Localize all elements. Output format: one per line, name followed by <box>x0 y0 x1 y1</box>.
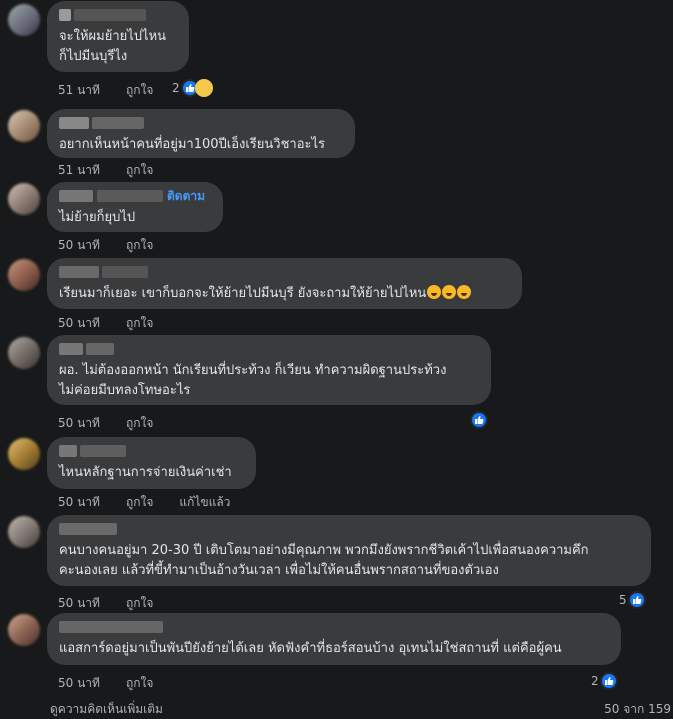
laughing-emoji-icon <box>427 285 442 299</box>
reaction-summary[interactable]: 2 <box>591 672 618 690</box>
reaction-summary[interactable]: 2 <box>172 79 213 97</box>
like-icon <box>599 672 618 690</box>
comment-meta: 50 นาที ถูกใจ <box>58 236 179 255</box>
like-link[interactable]: ถูกใจ <box>126 674 153 693</box>
reaction-count: 2 <box>172 81 180 95</box>
comment-count: 50 จาก 159 <box>604 702 671 716</box>
like-icon <box>470 411 488 429</box>
commenter-name[interactable] <box>59 266 510 278</box>
avatar[interactable] <box>8 110 40 142</box>
avatar[interactable] <box>8 337 40 369</box>
comment-text: ผอ. ไม่ต้องออกหน้า นักเรียนที่ประท้วง ก็… <box>59 363 447 378</box>
avatar[interactable] <box>8 614 40 646</box>
avatar[interactable] <box>8 438 40 470</box>
comment-time[interactable]: 50 นาที <box>58 594 100 613</box>
reaction-count: 5 <box>619 593 627 607</box>
comment-bubble: เรียนมาก็เยอะ เขาก็บอกจะให้ย้ายไปมีนบุรี… <box>47 258 522 309</box>
comment-time[interactable]: 50 นาที <box>58 674 100 693</box>
comment-text: จะให้ผมย้ายไปไหน <box>59 29 167 44</box>
view-more-comments-link[interactable]: ดูความคิดเห็นเพิ่มเติม <box>50 700 163 719</box>
comment-bubble: ติดตาม ไม่ย้ายก็ยุบไป <box>47 182 223 232</box>
comment-text: ก็ไปมีนบุรีไง <box>59 49 128 64</box>
avatar[interactable] <box>8 4 40 36</box>
comment-time[interactable]: 50 นาที <box>58 236 100 255</box>
like-link[interactable]: ถูกใจ <box>126 236 153 255</box>
comment-meta: 50 นาที ถูกใจ <box>58 414 179 433</box>
comment-bubble: ไหนหลักฐานการจ่ายเงินค่าเช่า <box>47 437 256 489</box>
comment-meta: 51 นาที ถูกใจ <box>58 161 179 180</box>
laughing-emoji-icon <box>457 285 472 299</box>
comment-time[interactable]: 50 นาที <box>58 314 100 333</box>
haha-icon <box>194 79 213 97</box>
comment-bubble: อยากเห็นหน้าคนที่อยู่มา100ปีเอ็งเรียนวิช… <box>47 109 355 158</box>
like-icon <box>627 591 646 609</box>
comment-text: เรียนมาก็เยอะ เขาก็บอกจะให้ย้ายไปมีนบุรี… <box>59 284 510 304</box>
comment-text: คะนองเลย แล้วที่ขี้ทำมาเป็นอ้างวันเวลา เ… <box>59 563 499 578</box>
comment-bubble: แอสการ์ดอยู่มาเป็นพันปียังย้ายได้เลย หัด… <box>47 613 621 665</box>
like-link[interactable]: ถูกใจ <box>126 414 153 433</box>
comment-text: อยากเห็นหน้าคนที่อยู่มา100ปีเอ็งเรียนวิช… <box>59 137 326 152</box>
commenter-name[interactable] <box>59 445 244 457</box>
comment-text: ไม่ค่อยมีบทลงโทษอะไร <box>59 383 191 398</box>
comment-meta: 50 นาที ถูกใจ แก้ไขแล้ว <box>58 493 230 512</box>
comment-time[interactable]: 51 นาที <box>58 161 100 180</box>
comment-meta: 50 นาที ถูกใจ <box>58 314 179 333</box>
comment-time[interactable]: 51 นาที <box>58 81 100 100</box>
comment-bubble: จะให้ผมย้ายไปไหน ก็ไปมีนบุรีไง <box>47 1 189 72</box>
comment-text: คนบางคนอยู่มา 20-30 ปี เติบโตมาอย่างมีคุ… <box>59 543 589 558</box>
comment-bubble: ผอ. ไม่ต้องออกหน้า นักเรียนที่ประท้วง ก็… <box>47 335 491 405</box>
comment-text: ไม่ย้ายก็ยุบไป <box>59 210 136 225</box>
edited-label: แก้ไขแล้ว <box>179 495 231 509</box>
comment-bubble: คนบางคนอยู่มา 20-30 ปี เติบโตมาอย่างมีคุ… <box>47 515 651 586</box>
comment-text: แอสการ์ดอยู่มาเป็นพันปียังย้ายได้เลย หัด… <box>59 641 562 656</box>
commenter-name[interactable] <box>59 523 639 535</box>
comment-text: ไหนหลักฐานการจ่ายเงินค่าเช่า <box>59 465 232 480</box>
like-link[interactable]: ถูกใจ <box>126 314 153 333</box>
comment-meta: 50 นาที ถูกใจ <box>58 594 179 613</box>
comment-meta: 50 นาที ถูกใจ <box>58 674 179 693</box>
reaction-count: 2 <box>591 674 599 688</box>
commenter-name[interactable] <box>59 9 177 21</box>
comment-meta: 51 นาที ถูกใจ <box>58 81 179 100</box>
reaction-summary[interactable]: 5 <box>619 591 646 609</box>
commenter-name[interactable]: ติดตาม <box>59 189 211 203</box>
commenter-name[interactable] <box>59 117 343 129</box>
commenter-name[interactable] <box>59 621 609 633</box>
commenter-name[interactable] <box>59 343 479 355</box>
avatar[interactable] <box>8 183 40 215</box>
like-link[interactable]: ถูกใจ <box>126 594 153 613</box>
like-link[interactable]: ถูกใจ <box>126 493 153 512</box>
follow-link[interactable]: ติดตาม <box>167 187 205 206</box>
reaction-summary[interactable] <box>470 411 488 429</box>
laughing-emoji-icon <box>442 285 457 299</box>
comment-time[interactable]: 50 นาที <box>58 493 100 512</box>
comment-time[interactable]: 50 นาที <box>58 414 100 433</box>
avatar[interactable] <box>8 259 40 291</box>
like-link[interactable]: ถูกใจ <box>126 161 153 180</box>
like-link[interactable]: ถูกใจ <box>126 81 153 100</box>
avatar[interactable] <box>8 516 40 548</box>
